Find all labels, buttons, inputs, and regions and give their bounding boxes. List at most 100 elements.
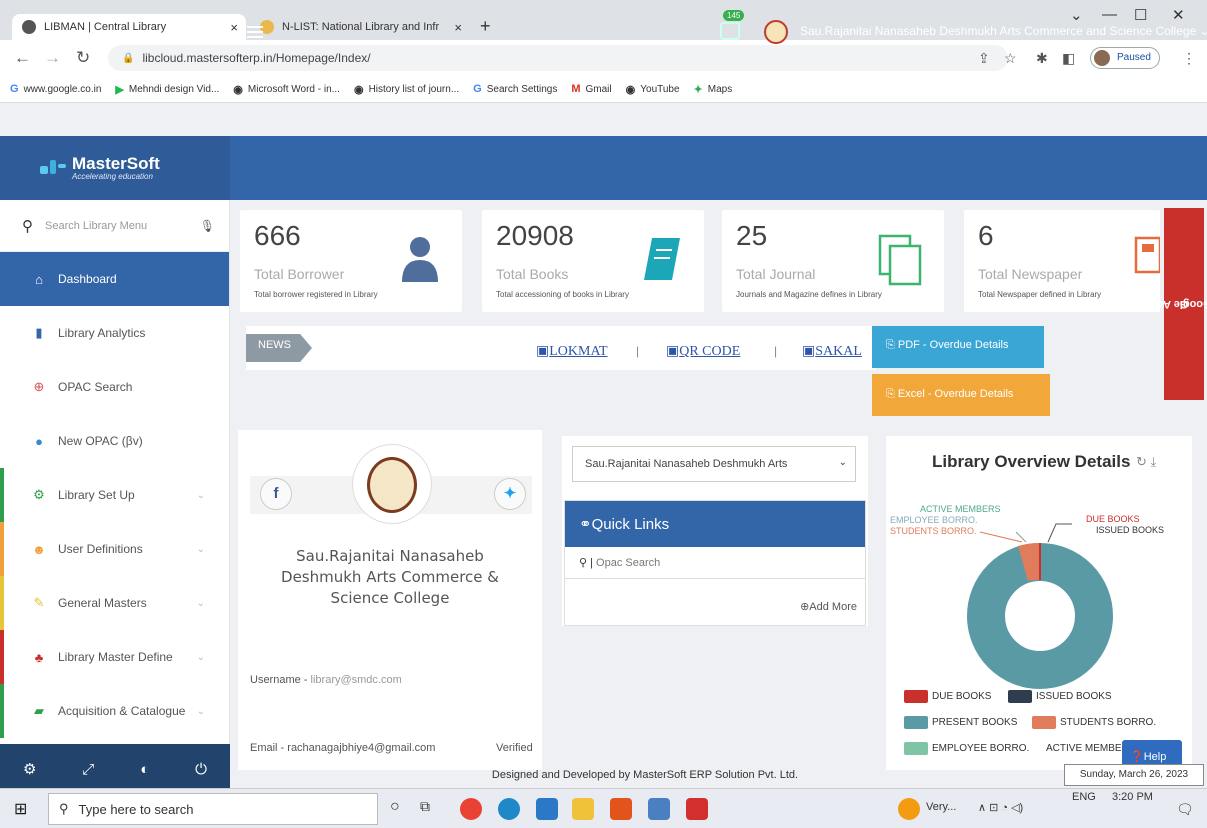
excel-overdue-button[interactable]: ⎘ Excel - Overdue Details bbox=[872, 374, 1050, 416]
settings-icon[interactable]: ⚙ bbox=[23, 760, 36, 778]
quick-link-opac-search[interactable]: ⚲ | Opac Search bbox=[565, 547, 865, 579]
sidebar-item-label: Library Master Define bbox=[58, 650, 173, 664]
url-field[interactable]: 🔒 libcloud.mastersofterp.in/Homepage/Ind… bbox=[108, 45, 1008, 71]
callout-students-borro: STUDENTS BORRO. bbox=[890, 526, 977, 536]
microphone-icon[interactable]: 🎙 bbox=[200, 219, 215, 233]
stat-card-books[interactable]: 20908 Total Books Total accessioning of … bbox=[482, 210, 704, 312]
share-icon[interactable]: ⇪ bbox=[978, 50, 990, 67]
sidebar-item-dashboard[interactable]: ⌂ Dashboard bbox=[0, 252, 229, 306]
sidebar-search[interactable]: ⚲ Search Library Menu 🎙 bbox=[0, 200, 229, 252]
legend-due-books[interactable]: DUE BOOKS bbox=[904, 690, 991, 703]
legend-active-members[interactable]: ACTIVE MEMBERS bbox=[1042, 742, 1126, 755]
back-icon[interactable]: ← bbox=[14, 48, 31, 68]
mail-icon[interactable] bbox=[536, 798, 558, 820]
college-select[interactable]: Sau.Rajanitai Nanasaheb Deshmukh Arts ⌄ bbox=[572, 446, 856, 482]
sidebar-item-label: New OPAC (βv) bbox=[58, 434, 143, 448]
search-input[interactable]: Search Library Menu bbox=[45, 220, 147, 232]
bookmark-google[interactable]: Gwww.google.co.in bbox=[10, 83, 101, 95]
stat-card-newspaper[interactable]: 6 Total Newspaper Total Newspaper define… bbox=[964, 210, 1160, 312]
fullscreen-icon[interactable]: ⤢ bbox=[82, 761, 94, 778]
date-tooltip: Sunday, March 26, 2023 bbox=[1064, 764, 1204, 786]
tab-search-icon[interactable]: ⌄ bbox=[1070, 6, 1083, 24]
bookmark-youtube[interactable]: ◉ YouTube bbox=[626, 83, 680, 96]
clock-time[interactable]: 3:20 PM bbox=[1112, 791, 1153, 803]
extensions-icon[interactable]: ✱ bbox=[1036, 50, 1048, 67]
sidebar-item-library-analytics[interactable]: ▮ Library Analytics bbox=[0, 306, 229, 360]
news-link-qr-code[interactable]: ▣QR CODE bbox=[666, 343, 740, 360]
pdf-reader-icon[interactable] bbox=[686, 798, 708, 820]
news-link-sakal[interactable]: ▣SAKAL bbox=[802, 343, 862, 360]
forward-icon[interactable]: → bbox=[44, 48, 61, 68]
close-window-icon[interactable]: ✕ bbox=[1172, 6, 1185, 24]
tab-nlist[interactable]: N-LIST: National Library and Infr × bbox=[250, 14, 470, 40]
sidebar-item-new-opac[interactable]: ● New OPAC (βv) bbox=[0, 414, 229, 468]
sidebar-item-opac-search[interactable]: ⊕ OPAC Search bbox=[0, 360, 229, 414]
new-tab-button[interactable]: + bbox=[480, 16, 491, 37]
twitter-icon[interactable]: ✦ bbox=[494, 478, 526, 510]
sidebar-item-general-masters[interactable]: ✎ General Masters ⌄ bbox=[0, 576, 229, 630]
weather-text[interactable]: Very... bbox=[926, 801, 956, 813]
username-label: Username - bbox=[250, 674, 311, 686]
legend-employee-borro[interactable]: EMPLOYEE BORRO. bbox=[904, 742, 1029, 755]
file-explorer-icon[interactable] bbox=[572, 798, 594, 820]
stat-card-journal[interactable]: 25 Total Journal Journals and Magazine d… bbox=[722, 210, 944, 312]
taskbar-search-placeholder: Type here to search bbox=[78, 801, 194, 817]
tab-libman[interactable]: LIBMAN | Central Library × bbox=[12, 14, 246, 40]
bookmark-star-icon[interactable]: ☆ bbox=[1004, 50, 1017, 67]
chrome-icon[interactable] bbox=[460, 798, 482, 820]
stat-card-borrower[interactable]: 666 Total Borrower Total borrower regist… bbox=[240, 210, 462, 312]
legend-students-borro[interactable]: STUDENTS BORRO. bbox=[1032, 716, 1156, 729]
sidebar-item-user-definitions[interactable]: ☻ User Definitions ⌄ bbox=[0, 522, 229, 576]
notifications-icon[interactable]: 🗨 bbox=[1176, 801, 1194, 818]
sidebar-item-label: Library Analytics bbox=[58, 326, 146, 340]
sidebar-item-acquisition-catalogue[interactable]: ▰ Acquisition & Catalogue ⌄ bbox=[0, 684, 229, 738]
news-link-lokmat[interactable]: ▣LOKMAT bbox=[536, 343, 608, 360]
profile-button[interactable]: Paused bbox=[1090, 47, 1160, 69]
sidebar-item-library-master-define[interactable]: ♣ Library Master Define ⌄ bbox=[0, 630, 229, 684]
tray-icons[interactable]: ∧ ⊡ ◔ ◁) bbox=[978, 801, 1023, 814]
cortana-icon[interactable]: ○ bbox=[390, 798, 412, 820]
bar-chart-icon: ▮ bbox=[35, 325, 43, 340]
college-dropdown[interactable]: Sau.Rajanitai Nanasaheb Deshmukh Arts Co… bbox=[800, 24, 1207, 38]
legend-issued-books[interactable]: ISSUED BOOKS bbox=[1008, 690, 1112, 703]
close-icon[interactable]: × bbox=[230, 20, 238, 35]
bookmark-gmail[interactable]: M Gmail bbox=[571, 83, 611, 95]
close-icon[interactable]: × bbox=[454, 20, 462, 35]
bookmark-search-settings[interactable]: G Search Settings bbox=[473, 83, 557, 95]
app-icon[interactable] bbox=[648, 798, 670, 820]
quick-link-label: Opac Search bbox=[596, 557, 661, 569]
menu-kebab-icon[interactable]: ⋮ bbox=[1182, 50, 1196, 67]
newspaper-icon: ▣ bbox=[802, 344, 816, 359]
sidebar-item-library-setup[interactable]: ⚙ Library Set Up ⌄ bbox=[0, 468, 229, 522]
callout-line bbox=[979, 531, 1023, 543]
reload-icon[interactable]: ↻ bbox=[76, 48, 90, 68]
legend-present-books[interactable]: PRESENT BOOKS bbox=[904, 716, 1017, 729]
bookmark-mehndi[interactable]: ▶ Mehndi design Vid... bbox=[115, 83, 219, 96]
button-label: Excel - Overdue Details bbox=[897, 388, 1014, 400]
add-more-button[interactable]: ⊕Add More bbox=[800, 600, 857, 613]
bookmark-history[interactable]: ◉ History list of journ... bbox=[354, 83, 459, 96]
taskbar-search-input[interactable]: ⚲ Type here to search bbox=[48, 793, 378, 825]
office-icon[interactable] bbox=[610, 798, 632, 820]
task-view-icon[interactable]: ⧉ bbox=[420, 798, 442, 820]
bookmark-maps[interactable]: ✦ Maps bbox=[694, 83, 733, 96]
weather-icon[interactable] bbox=[898, 798, 920, 820]
notification-icon[interactable] bbox=[720, 22, 740, 40]
news-tag: NEWS bbox=[246, 334, 312, 362]
input-language[interactable]: ENG bbox=[1072, 791, 1096, 803]
username-line: Username - library@smdc.com bbox=[250, 674, 402, 686]
sidepanel-icon[interactable]: ◧ bbox=[1062, 50, 1075, 67]
menu-toggle-icon[interactable] bbox=[247, 26, 263, 38]
maximize-icon[interactable]: ☐ bbox=[1134, 6, 1147, 24]
power-icon[interactable]: ⏻ bbox=[195, 761, 207, 778]
bookmark-word[interactable]: ◉ Microsoft Word - in... bbox=[233, 83, 340, 96]
minimize-icon[interactable]: — bbox=[1102, 6, 1117, 23]
windows-start-icon[interactable]: ⊞ bbox=[14, 799, 27, 819]
facebook-icon[interactable]: f bbox=[260, 478, 292, 510]
edge-icon[interactable] bbox=[498, 798, 520, 820]
sync-google-account-button[interactable]: G Sync Google Account bbox=[1127, 208, 1207, 400]
lock-icon[interactable]: ◐ bbox=[140, 761, 149, 778]
stat-description: Total Newspaper defined in Library bbox=[978, 290, 1102, 299]
brand-logo[interactable]: MasterSoft Accelerating education bbox=[0, 136, 230, 200]
pdf-overdue-button[interactable]: ⎘ PDF - Overdue Details bbox=[872, 326, 1044, 368]
